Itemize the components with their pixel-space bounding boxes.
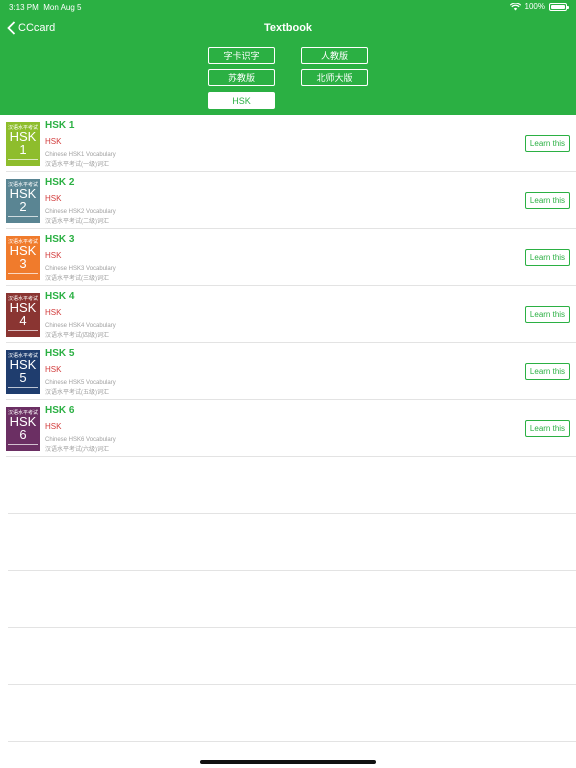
learn-this-button[interactable]: Learn this: [525, 135, 570, 152]
book-cover: 汉语水平考试 HSK 3: [6, 236, 40, 280]
cover-band: [8, 216, 38, 221]
status-time: 3:13 PM Mon Aug 5: [9, 3, 82, 12]
book-cover: 汉语水平考试 HSK 5: [6, 350, 40, 394]
list-item[interactable]: 汉语水平考试 HSK 5 HSK 5 HSK Chinese HSK5 Voca…: [6, 343, 576, 400]
date-text: Mon Aug 5: [43, 3, 82, 12]
list-item[interactable]: 汉语水平考试 HSK 6 HSK 6 HSK Chinese HSK6 Voca…: [6, 400, 576, 457]
learn-this-button[interactable]: Learn this: [525, 249, 570, 266]
cover-level: 6: [19, 427, 27, 442]
status-right: 100%: [509, 2, 569, 11]
empty-row: [8, 628, 576, 685]
filter-zika[interactable]: 字卡识字: [208, 47, 275, 64]
empty-row: [8, 571, 576, 628]
learn-this-button[interactable]: Learn this: [525, 192, 570, 209]
learn-this-button[interactable]: Learn this: [525, 363, 570, 380]
book-cover: 汉语水平考试 HSK 6: [6, 407, 40, 451]
cover-level: 2: [19, 199, 27, 214]
textbook-list: 汉语水平考试 HSK 1 HSK 1 HSK Chinese HSK1 Voca…: [0, 115, 576, 742]
wifi-icon: [509, 2, 521, 10]
book-cover: 汉语水平考试 HSK 4: [6, 293, 40, 337]
book-tag: HSK: [45, 365, 62, 374]
filter-renjiao[interactable]: 人教版: [301, 47, 368, 64]
book-name: HSK 3: [45, 234, 75, 245]
book-tag: HSK: [45, 137, 62, 146]
book-desc-cn: 汉语水平考试(二级)词汇: [45, 219, 109, 225]
list-item[interactable]: 汉语水平考试 HSK 2 HSK 2 HSK Chinese HSK2 Voca…: [6, 172, 576, 229]
book-desc-cn: 汉语水平考试(一级)词汇: [45, 162, 109, 168]
book-name: HSK 5: [45, 348, 75, 359]
cover-band: [8, 330, 38, 335]
book-desc-en: Chinese HSK4 Vocabulary: [45, 323, 116, 329]
book-name: HSK 6: [45, 405, 75, 416]
book-cover: 汉语水平考试 HSK 1: [6, 122, 40, 166]
battery-percent: 100%: [524, 2, 545, 11]
book-desc-cn: 汉语水平考试(六级)词汇: [45, 447, 109, 453]
book-name: HSK 1: [45, 120, 75, 131]
book-desc-cn: 汉语水平考试(三级)词汇: [45, 276, 109, 282]
cover-band: [8, 273, 38, 278]
book-desc-en: Chinese HSK1 Vocabulary: [45, 152, 116, 158]
cover-band: [8, 159, 38, 164]
book-tag: HSK: [45, 251, 62, 260]
cover-band: [8, 444, 38, 449]
cover-level: 1: [19, 142, 27, 157]
home-indicator[interactable]: [200, 760, 376, 764]
book-name: HSK 4: [45, 291, 75, 302]
list-item[interactable]: 汉语水平考试 HSK 3 HSK 3 HSK Chinese HSK3 Voca…: [6, 229, 576, 286]
time-text: 3:13 PM: [9, 3, 39, 12]
filter-hsk[interactable]: HSK: [208, 92, 275, 109]
learn-this-button[interactable]: Learn this: [525, 420, 570, 437]
cover-band: [8, 387, 38, 392]
book-tag: HSK: [45, 308, 62, 317]
filter-sujiao[interactable]: 苏教版: [208, 69, 275, 86]
status-bar: 3:13 PM Mon Aug 5 100%: [0, 0, 576, 14]
book-desc-en: Chinese HSK2 Vocabulary: [45, 209, 116, 215]
book-desc-en: Chinese HSK6 Vocabulary: [45, 437, 116, 443]
book-name: HSK 2: [45, 177, 75, 188]
book-tag: HSK: [45, 194, 62, 203]
book-desc-en: Chinese HSK3 Vocabulary: [45, 266, 116, 272]
page-title: Textbook: [263, 22, 313, 34]
book-cover: 汉语水平考试 HSK 2: [6, 179, 40, 223]
list-item[interactable]: 汉语水平考试 HSK 1 HSK 1 HSK Chinese HSK1 Voca…: [6, 115, 576, 172]
learn-this-button[interactable]: Learn this: [525, 306, 570, 323]
cover-level: 3: [19, 256, 27, 271]
empty-row: [8, 457, 576, 514]
cover-level: 4: [19, 313, 27, 328]
book-tag: HSK: [45, 422, 62, 431]
book-desc-en: Chinese HSK5 Vocabulary: [45, 380, 116, 386]
book-desc-cn: 汉语水平考试(五级)词汇: [45, 390, 109, 396]
battery-icon: [549, 2, 569, 11]
book-desc-cn: 汉语水平考试(四级)词汇: [45, 333, 109, 339]
empty-row: [8, 685, 576, 742]
filter-beishida[interactable]: 北师大版: [301, 69, 368, 86]
empty-row: [8, 514, 576, 571]
list-item[interactable]: 汉语水平考试 HSK 4 HSK 4 HSK Chinese HSK4 Voca…: [6, 286, 576, 343]
nav-header: 3:13 PM Mon Aug 5 100% CCcard Textbook 字…: [0, 0, 576, 115]
cover-level: 5: [19, 370, 27, 385]
